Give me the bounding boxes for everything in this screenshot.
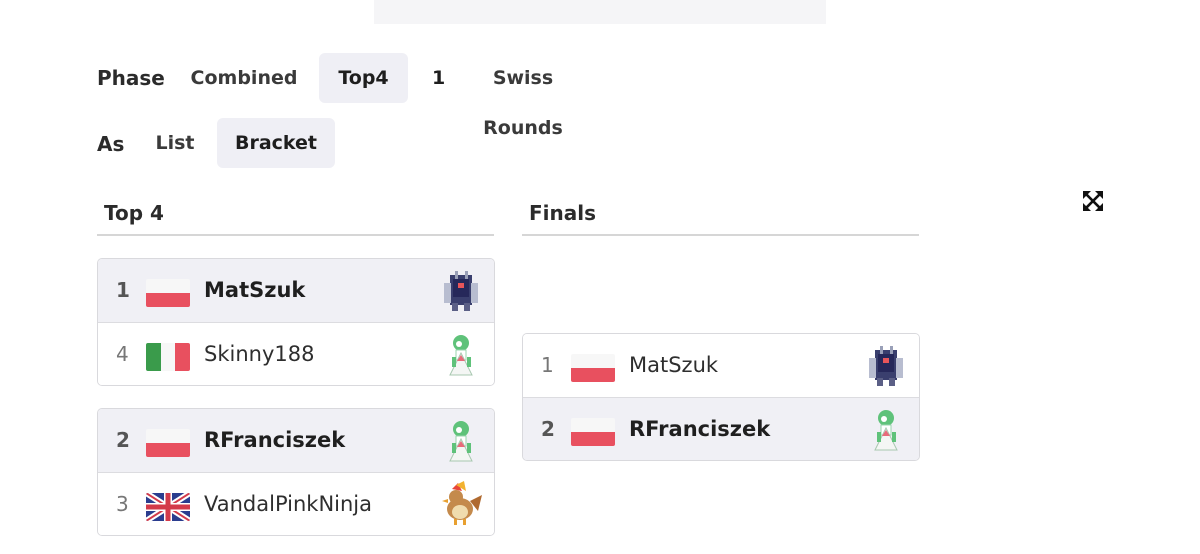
bracket-match: 2 RFranciszek 3 VandalPinkNinja: [97, 408, 495, 536]
pidgeotto-sprite-icon: [442, 481, 482, 525]
phase-option-combined[interactable]: Combined: [180, 53, 308, 103]
column-divider: [522, 234, 919, 236]
player-seed: 4: [116, 342, 129, 366]
view-label: As: [97, 132, 125, 156]
match-player-row[interactable]: 2 RFranciszek: [523, 397, 919, 460]
poland-flag: [146, 429, 190, 457]
match-player-row[interactable]: 2 RFranciszek: [98, 409, 494, 472]
gardevoir-sprite-icon: [449, 334, 473, 376]
gardevoir-sprite-icon: [449, 420, 473, 462]
bracket-match-finals: 1 MatSzuk 2 RFranciszek: [522, 333, 920, 461]
uk-flag: [146, 493, 190, 521]
swiss-rounds-count: 1: [432, 67, 446, 89]
player-seed: 2: [116, 428, 130, 452]
player-seed: 1: [541, 353, 554, 377]
player-name[interactable]: Skinny188: [204, 323, 314, 385]
top-info-panel: [374, 0, 826, 24]
poland-flag: [571, 354, 615, 382]
player-seed: 3: [116, 492, 129, 516]
player-name[interactable]: RFranciszek: [204, 409, 345, 472]
player-seed: 2: [541, 417, 555, 441]
bracket-match: 1 MatSzuk 4 Skinny188: [97, 258, 495, 386]
player-name[interactable]: VandalPinkNinja: [204, 473, 372, 535]
cyan-iron-sprite-icon: [444, 271, 478, 311]
player-name[interactable]: MatSzuk: [629, 334, 718, 397]
column-title-finals: Finals: [529, 201, 597, 225]
player-name[interactable]: RFranciszek: [629, 398, 770, 460]
gardevoir-sprite-icon: [874, 409, 898, 451]
phase-option-top4[interactable]: Top4: [319, 53, 408, 103]
match-player-row[interactable]: 1 MatSzuk: [98, 259, 494, 322]
column-title-top4: Top 4: [104, 201, 164, 225]
match-player-row[interactable]: 3 VandalPinkNinja: [98, 472, 494, 535]
expand-arrows-icon[interactable]: [1082, 190, 1104, 212]
view-option-bracket[interactable]: Bracket: [217, 118, 335, 168]
poland-flag: [146, 279, 190, 307]
cyan-iron-sprite-icon: [869, 346, 903, 386]
view-option-list[interactable]: List: [144, 118, 206, 168]
phase-option-swiss-rounds[interactable]: Swiss Rounds: [450, 53, 596, 139]
poland-flag: [571, 418, 615, 446]
column-divider: [97, 234, 494, 236]
italy-flag: [146, 343, 190, 371]
match-player-row[interactable]: 1 MatSzuk: [523, 334, 919, 397]
player-name[interactable]: MatSzuk: [204, 259, 305, 322]
player-seed: 1: [116, 278, 130, 302]
match-player-row[interactable]: 4 Skinny188: [98, 322, 494, 385]
phase-label: Phase: [97, 66, 165, 90]
